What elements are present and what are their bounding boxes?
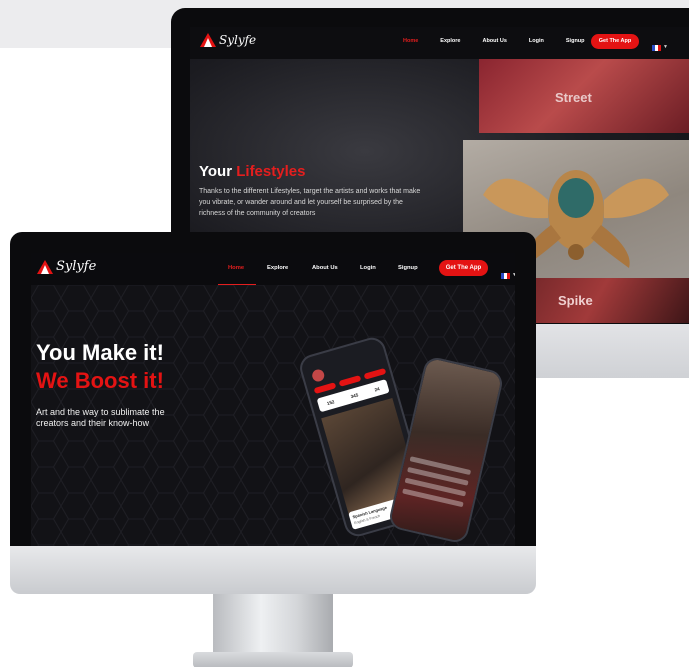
back-nav-explore[interactable]: Explore xyxy=(440,38,460,44)
avatar xyxy=(310,368,326,383)
chevron-down-icon: ▼ xyxy=(512,272,515,278)
hero-headline-line2: We Boost it! xyxy=(36,368,164,393)
back-nav-signup[interactable]: Signup xyxy=(566,38,585,44)
front-screen: Sylyfe Home Explore About Us Login Signu… xyxy=(31,253,515,546)
scene: Sylyfe Home Explore About Us Login Signu… xyxy=(0,0,689,667)
lifestyles-heading: Your Lifestyles xyxy=(199,163,305,180)
flag-fr-icon xyxy=(501,266,510,284)
hero-paragraph: Art and the way to sublimate the creator… xyxy=(36,407,165,428)
logo-flame-icon xyxy=(37,259,53,274)
front-logo-text: Sylyfe xyxy=(56,259,97,274)
back-nav-login[interactable]: Login xyxy=(529,38,544,44)
chevron-down-icon: ▼ xyxy=(663,44,668,50)
flag-fr-icon xyxy=(652,38,661,56)
back-nav-about[interactable]: About Us xyxy=(482,38,506,44)
front-nav-explore[interactable]: Explore xyxy=(267,265,312,271)
front-nav-login[interactable]: Login xyxy=(360,265,398,271)
front-monitor-chin xyxy=(10,546,536,594)
stat-value: 345 xyxy=(350,391,359,399)
tile-label-spike: Spike xyxy=(558,293,593,308)
front-logo[interactable]: Sylyfe xyxy=(37,259,96,274)
front-language-selector[interactable]: ▼ xyxy=(501,266,515,284)
front-nav-about[interactable]: About Us xyxy=(312,265,360,271)
stat-value: 24 xyxy=(373,385,381,392)
front-nav-signup[interactable]: Signup xyxy=(398,265,440,271)
front-navbar: Sylyfe Home Explore About Us Login Signu… xyxy=(31,253,515,285)
back-nav-home[interactable]: Home xyxy=(403,38,418,44)
front-nav-links: Home Explore About Us Login Signup xyxy=(228,265,440,271)
back-logo[interactable]: Sylyfe xyxy=(200,33,256,47)
back-navbar: Sylyfe Home Explore About Us Login Signu… xyxy=(190,27,689,59)
heading-red-part: Lifestyles xyxy=(236,163,306,180)
profile-button xyxy=(338,375,362,387)
back-nav-links: Home Explore About Us Login Signup xyxy=(403,38,607,44)
front-nav-home[interactable]: Home xyxy=(228,265,267,271)
monitor-stand xyxy=(213,594,333,656)
lifestyles-paragraph: Thanks to the different Lifestyles, targ… xyxy=(199,188,421,217)
back-get-app-button[interactable]: Get The App xyxy=(591,34,639,49)
front-get-app-button[interactable]: Get The App xyxy=(439,260,488,276)
stat-value: 152 xyxy=(326,398,335,406)
front-hero: You Make it! We Boost it! Art and the wa… xyxy=(31,285,515,546)
front-monitor: Sylyfe Home Explore About Us Login Signu… xyxy=(10,232,536,667)
back-language-selector[interactable]: ▼ xyxy=(652,38,668,56)
profile-button xyxy=(313,382,337,395)
profile-button xyxy=(363,367,387,380)
monitor-stand-base xyxy=(193,652,353,667)
logo-flame-icon xyxy=(200,33,216,47)
tile-label-street: Street xyxy=(555,90,592,105)
lifestyle-tile-street[interactable]: Street xyxy=(479,59,689,133)
heading-white-part: Your xyxy=(199,163,233,180)
hero-headline-line1: You Make it! xyxy=(36,340,164,365)
back-logo-text: Sylyfe xyxy=(219,33,257,47)
